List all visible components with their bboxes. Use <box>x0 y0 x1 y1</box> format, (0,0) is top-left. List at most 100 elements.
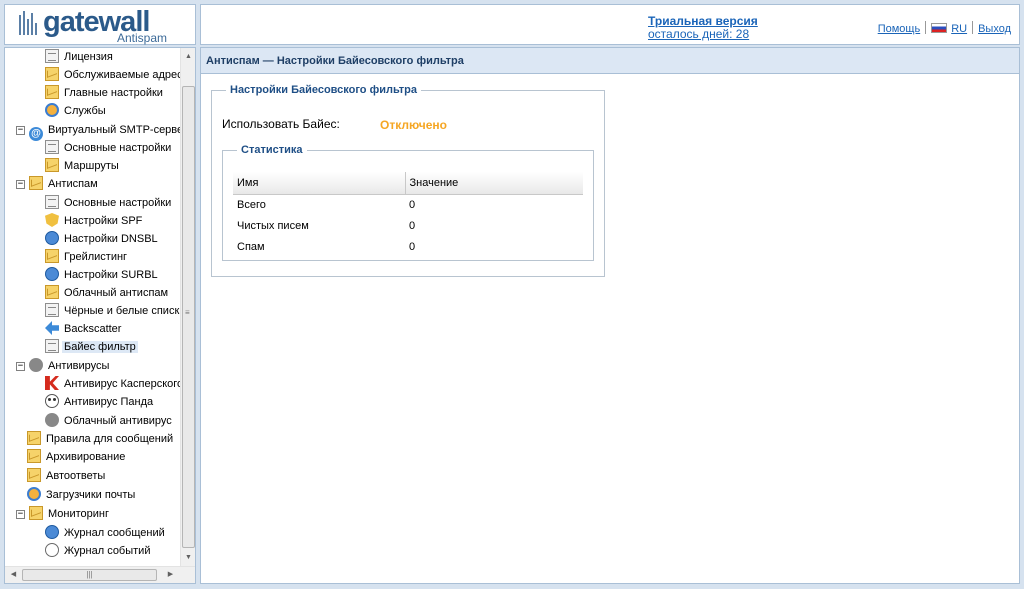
sidebar-item-main-settings[interactable]: Главные настройки <box>45 84 165 102</box>
doc-icon <box>45 303 59 317</box>
bug-icon <box>29 358 43 372</box>
collapse-toggle-antispam[interactable]: − <box>16 180 25 189</box>
sidebar-item-cloud-antivirus[interactable]: Облачный антивирус <box>45 412 174 430</box>
stat-value: 0 <box>409 240 416 253</box>
logo: gatewall Antispam <box>4 4 196 45</box>
sidebar-item-message-log[interactable]: Журнал сообщений <box>45 524 167 542</box>
divider <box>972 21 974 34</box>
panda-icon <box>45 394 59 408</box>
mail-icon <box>27 431 41 445</box>
sidebar-item-spf[interactable]: Настройки SPF <box>45 212 144 230</box>
column-header-name[interactable]: Имя <box>233 172 406 195</box>
trial-info: Триальная версия осталось дней: 28 <box>648 15 758 41</box>
scroll-left-icon[interactable]: ◀ <box>5 567 22 583</box>
collapse-toggle-monitoring[interactable]: − <box>16 510 25 519</box>
mail-icon <box>45 67 59 81</box>
globe-icon <box>45 525 59 539</box>
table-header-row: Имя Значение <box>233 172 583 195</box>
bayes-status-value: Отключено <box>380 118 447 132</box>
sidebar-item-autoreplies[interactable]: Автоответы <box>27 467 107 485</box>
mail-icon <box>45 249 59 263</box>
nav-tree: Лицензия Обслуживаемые адреса Главные на… <box>5 48 181 566</box>
table-row: Чистых писем 0 <box>233 215 583 236</box>
help-link[interactable]: Помощь <box>878 23 921 35</box>
bayes-settings-legend: Настройки Байесовского фильтра <box>230 84 417 96</box>
sidebar-item-monitoring[interactable]: Мониторинг <box>29 505 111 523</box>
cloud-icon <box>45 285 59 299</box>
sidebar-item-panda[interactable]: Антивирус Панда <box>45 393 155 411</box>
stat-value: 0 <box>409 198 416 211</box>
settings-icon <box>45 195 59 209</box>
sidebar-item-backscatter[interactable]: Backscatter <box>45 320 123 338</box>
sidebar-item-archiving[interactable]: Архивирование <box>27 448 127 466</box>
doc-icon <box>45 49 59 63</box>
sidebar-item-antivirus[interactable]: Антивирусы <box>29 357 111 375</box>
header-bar: Триальная версия осталось дней: 28 Помощ… <box>200 4 1020 45</box>
vertical-scroll-thumb[interactable]: ≡ <box>182 86 195 548</box>
sidebar-item-antispam[interactable]: Антиспам <box>29 175 100 193</box>
sidebar-item-black-white-lists[interactable]: Чёрные и белые списки <box>45 302 181 320</box>
sidebar-item-virtual-smtp[interactable]: @ Виртуальный SMTP-сервер <box>29 121 181 141</box>
top-links: Помощь RU Выход <box>878 21 1011 35</box>
shield-icon <box>45 213 59 227</box>
column-header-value[interactable]: Значение <box>405 172 583 195</box>
bayes-settings-group: Настройки Байесовского фильтра Использов… <box>211 84 605 277</box>
horizontal-scrollbar[interactable]: ◀ ||| ▶ <box>5 566 195 583</box>
scroll-down-icon[interactable]: ▼ <box>181 549 195 566</box>
vertical-scrollbar[interactable]: ▲ ≡ ▼ <box>180 48 195 566</box>
sidebar-item-dnsbl[interactable]: Настройки DNSBL <box>45 230 160 248</box>
gear-icon <box>45 103 59 117</box>
statistics-table: Имя Значение Всего 0 Чистых писем 0 Спам <box>233 172 583 257</box>
main-panel: Антиспам — Настройки Байесовского фильтр… <box>200 47 1020 584</box>
table-row: Спам 0 <box>233 236 583 257</box>
table-row: Всего 0 <box>233 194 583 215</box>
arrow-icon <box>45 321 59 335</box>
doc-icon <box>45 339 59 353</box>
mail-icon <box>29 506 43 520</box>
sidebar-item-antispam-basic-settings[interactable]: Основные настройки <box>45 194 173 212</box>
scroll-right-icon[interactable]: ▶ <box>162 567 179 583</box>
statistics-legend: Статистика <box>241 144 303 156</box>
sidebar: Лицензия Обслуживаемые адреса Главные на… <box>4 47 196 584</box>
page-title: Антиспам — Настройки Байесовского фильтр… <box>201 48 1019 74</box>
bug-icon <box>45 413 59 427</box>
settings-icon <box>45 140 59 154</box>
sidebar-item-mail-loaders[interactable]: Загрузчики почты <box>27 486 137 504</box>
use-bayes-label: Использовать Байес: <box>222 117 340 131</box>
sidebar-item-cloud-antispam[interactable]: Облачный антиспам <box>45 284 170 302</box>
sidebar-item-message-rules[interactable]: Правила для сообщений <box>27 430 175 448</box>
sidebar-item-surbl[interactable]: Настройки SURBL <box>45 266 160 284</box>
russian-flag-icon <box>931 23 948 33</box>
sidebar-item-event-log[interactable]: Журнал событий <box>45 542 152 560</box>
sidebar-item-smtp-basic-settings[interactable]: Основные настройки <box>45 139 173 157</box>
language-link[interactable]: RU <box>951 23 967 35</box>
scroll-up-icon[interactable]: ▲ <box>181 48 195 65</box>
sidebar-item-routes[interactable]: Маршруты <box>45 157 121 175</box>
logout-link[interactable]: Выход <box>978 23 1011 35</box>
kaspersky-icon <box>45 376 59 390</box>
sidebar-item-services[interactable]: Службы <box>45 102 108 120</box>
sidebar-item-greylisting[interactable]: Грейлистинг <box>45 248 129 266</box>
logo-sub: Antispam <box>116 31 167 45</box>
mail-settings-icon <box>45 85 59 99</box>
trial-days-link[interactable]: осталось дней: 28 <box>648 28 758 41</box>
sidebar-item-served-addresses[interactable]: Обслуживаемые адреса <box>45 66 181 84</box>
sidebar-item-kaspersky[interactable]: Антивирус Касперского <box>45 375 181 393</box>
logo-mark-icon <box>19 11 41 35</box>
sidebar-item-bayes-filter[interactable]: Байес фильтр <box>11 338 172 356</box>
globe-icon <box>45 231 59 245</box>
at-icon: @ <box>29 127 43 141</box>
globe-icon <box>45 267 59 281</box>
mail-icon <box>27 468 41 482</box>
antispam-icon <box>29 176 43 190</box>
horizontal-scroll-thumb[interactable]: ||| <box>22 569 157 581</box>
mail-icon <box>27 449 41 463</box>
stat-name: Чистых писем <box>237 219 309 232</box>
clock-icon <box>45 543 59 557</box>
statistics-group: Статистика Имя Значение Всего 0 Чистых п… <box>222 144 594 261</box>
collapse-toggle-antivirus[interactable]: − <box>16 362 25 371</box>
gear-icon <box>27 487 41 501</box>
routes-icon <box>45 158 59 172</box>
sidebar-item-license[interactable]: Лицензия <box>45 48 115 66</box>
collapse-toggle-smtp[interactable]: − <box>16 126 25 135</box>
